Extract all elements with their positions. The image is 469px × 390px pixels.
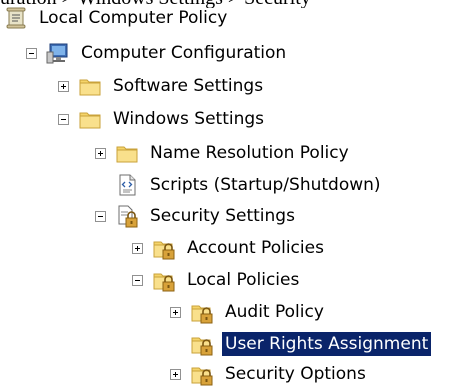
tree-item-label: Windows Settings xyxy=(113,109,265,129)
tree-item-scripts[interactable]: Scripts (Startup/Shutdown) xyxy=(95,169,384,201)
secure-folder-icon xyxy=(191,305,213,324)
tree-item-label: Audit Policy xyxy=(225,302,324,322)
expand-toggle[interactable] xyxy=(95,147,106,159)
policy-scroll-icon xyxy=(6,7,26,29)
tree-item-windows-settings[interactable]: Windows Settings xyxy=(58,103,267,135)
collapse-toggle[interactable] xyxy=(132,274,143,286)
tree-item-security-options[interactable]: Security Options xyxy=(170,358,369,390)
folder-icon xyxy=(79,112,101,129)
tree-item-local-policies[interactable]: Local Policies xyxy=(132,264,302,296)
tree-item-account-policies[interactable]: Account Policies xyxy=(132,232,327,264)
tree-item-label: Security Settings xyxy=(150,206,295,226)
secure-folder-icon xyxy=(153,241,175,260)
secure-folder-icon xyxy=(191,337,213,356)
tree-item-label: Account Policies xyxy=(187,238,324,258)
tree-item-user-rights-assignment[interactable]: User Rights Assignment xyxy=(170,328,432,360)
folder-icon xyxy=(79,79,101,96)
expand-toggle[interactable] xyxy=(170,368,181,380)
tree-item-label: Name Resolution Policy xyxy=(150,143,349,163)
tree-item-label: Scripts (Startup/Shutdown) xyxy=(150,175,381,195)
expand-toggle[interactable] xyxy=(132,242,143,254)
tree-item-label-selected: User Rights Assignment xyxy=(222,332,432,356)
tree-item-label: Local Policies xyxy=(187,270,300,290)
folder-icon xyxy=(116,146,138,163)
policy-tree: Local Computer Policy Computer Configura… xyxy=(0,0,469,389)
tree-item-computer-configuration[interactable]: Computer Configuration xyxy=(26,37,289,69)
tree-item-name-resolution-policy[interactable]: Name Resolution Policy xyxy=(95,137,352,169)
expand-toggle[interactable] xyxy=(58,80,69,92)
tree-item-label: Computer Configuration xyxy=(81,43,287,63)
collapse-toggle[interactable] xyxy=(26,47,37,59)
secure-folder-icon xyxy=(153,273,175,292)
tree-item-label: Software Settings xyxy=(113,76,264,96)
tree-item-label: Local Computer Policy xyxy=(39,8,228,28)
tree-item-local-computer-policy[interactable]: Local Computer Policy xyxy=(4,2,230,34)
computer-icon xyxy=(46,43,68,64)
security-settings-icon xyxy=(118,205,138,228)
tree-item-label: Security Options xyxy=(225,364,366,384)
expand-toggle[interactable] xyxy=(170,306,181,318)
tree-item-security-settings[interactable]: Security Settings xyxy=(95,200,298,232)
tree-item-software-settings[interactable]: Software Settings xyxy=(58,70,266,102)
script-document-icon xyxy=(119,174,136,196)
tree-item-audit-policy[interactable]: Audit Policy xyxy=(170,296,327,328)
collapse-toggle[interactable] xyxy=(95,210,106,222)
collapse-toggle[interactable] xyxy=(58,113,69,125)
secure-folder-icon xyxy=(191,367,213,386)
